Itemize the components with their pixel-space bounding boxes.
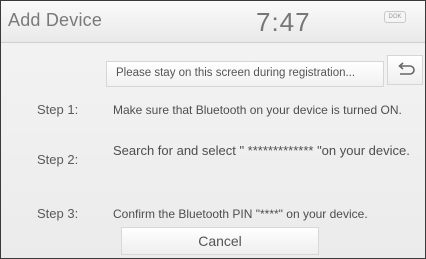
step-1-text: Make sure that Bluetooth on your device … <box>113 103 402 117</box>
return-arrow-icon <box>398 62 415 75</box>
screen-title: Add Device <box>8 10 103 30</box>
status-badge: DOK <box>384 11 406 23</box>
add-device-screen: Add Device 7:47 DOK Please stay on this … <box>0 0 426 259</box>
step-3-text: Confirm the Bluetooth PIN "****" on your… <box>113 207 368 221</box>
cancel-button[interactable]: Cancel <box>121 227 319 255</box>
header-bar: Add Device 7:47 DOK <box>1 1 425 43</box>
info-message: Please stay on this screen during regist… <box>116 67 356 79</box>
back-button[interactable] <box>387 55 423 85</box>
step-3-label: Step 3: <box>37 206 79 221</box>
step-2-text: Search for and select " ************* "o… <box>113 143 410 158</box>
clock: 7:47 <box>256 7 311 37</box>
info-message-bar: Please stay on this screen during regist… <box>106 61 384 87</box>
step-1-label: Step 1: <box>37 102 79 117</box>
step-2-label: Step 2: <box>37 152 79 167</box>
